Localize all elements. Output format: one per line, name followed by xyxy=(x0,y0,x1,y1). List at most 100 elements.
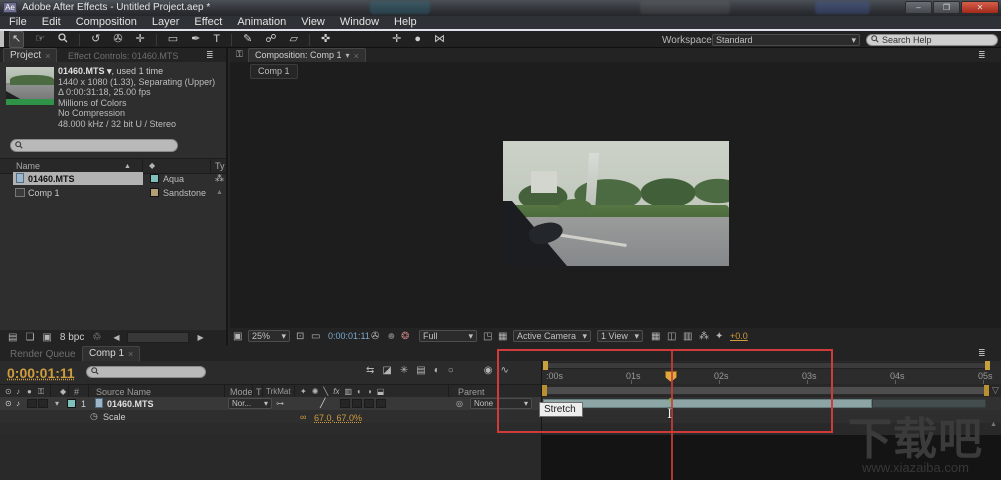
tab-render-queue[interactable]: Render Queue xyxy=(10,350,76,360)
column-source-name[interactable]: Source Name xyxy=(96,388,151,397)
selection-tool-icon[interactable]: ↖ xyxy=(9,31,25,48)
tab-project[interactable]: Project × xyxy=(3,48,58,62)
live-update-icon[interactable]: ✳ xyxy=(400,366,408,376)
layer-name[interactable]: 01460.MTS xyxy=(107,400,154,409)
scrollbar[interactable] xyxy=(127,332,190,343)
mask-visibility-icon[interactable]: ◫ xyxy=(667,332,676,342)
auto-keyframe-icon[interactable]: ◉ xyxy=(484,366,493,376)
panel-menu-icon[interactable]: ≣ xyxy=(978,51,986,60)
comp-marker-bin-icon[interactable]: ▽ xyxy=(992,386,999,395)
project-row-footage[interactable]: 01460.MTS Aqua ⁂ xyxy=(0,172,226,186)
menu-file[interactable]: File xyxy=(9,17,27,28)
render-indicator-icon[interactable]: ▥ xyxy=(683,332,692,342)
menu-layer[interactable]: Layer xyxy=(152,17,180,28)
bit-depth[interactable]: 8 bpc xyxy=(60,332,84,343)
frame-blending-icon[interactable]: ▤ xyxy=(416,366,425,376)
footage-name[interactable]: 01460.MTS ▾ xyxy=(58,66,112,76)
constrain-link-icon[interactable]: ∞ xyxy=(300,412,306,422)
menu-view[interactable]: View xyxy=(301,17,325,28)
tab-timeline-comp[interactable]: Comp 1 × xyxy=(82,346,141,361)
puppet-pin-tool-icon[interactable]: ✜ xyxy=(319,32,332,47)
current-time-display[interactable]: 0:00:01:11 xyxy=(7,366,75,380)
project-row-comp[interactable]: Comp 1 Sandstone ▲ xyxy=(0,186,226,200)
menu-window[interactable]: Window xyxy=(340,17,379,28)
layer-switch-box[interactable] xyxy=(352,399,362,408)
search-help-input[interactable]: Search Help xyxy=(866,34,998,46)
panel-menu-icon[interactable]: ≣ xyxy=(978,349,986,358)
menu-help[interactable]: Help xyxy=(394,17,417,28)
layer-label-swatch[interactable] xyxy=(67,399,76,408)
view-layout-dropdown[interactable]: 1 View ▾ xyxy=(597,330,643,342)
chevron-down-icon[interactable]: ▾ xyxy=(346,51,350,60)
property-name[interactable]: Scale xyxy=(103,413,126,422)
project-search-input[interactable] xyxy=(10,139,178,152)
comp-mini-tab[interactable]: Comp 1 xyxy=(250,64,298,79)
pan-behind-tool-icon[interactable]: ✛ xyxy=(134,32,147,47)
resolution-dropdown[interactable]: Full ▾ xyxy=(419,330,477,342)
motion-blur-icon[interactable]: ◐ xyxy=(434,366,440,376)
new-composition-icon[interactable]: ▣ xyxy=(42,332,51,343)
parent-pickwhip-icon[interactable]: ◎ xyxy=(456,400,463,408)
layer-video-icon[interactable]: ⊙ xyxy=(5,400,12,408)
draft-3d-icon[interactable]: ◪ xyxy=(382,366,391,376)
comp-mini-flowchart-icon[interactable]: ⇆ xyxy=(366,366,374,376)
exposure-reset-icon[interactable]: ✦ xyxy=(715,332,723,342)
column-parent[interactable]: Parent xyxy=(458,388,485,397)
row-name[interactable]: 01460.MTS xyxy=(28,175,75,184)
menu-composition[interactable]: Composition xyxy=(76,17,137,28)
work-area-end-handle[interactable] xyxy=(984,385,989,396)
minimize-button[interactable]: – xyxy=(905,1,932,14)
view-dropdown[interactable]: Active Camera ▾ xyxy=(513,330,591,342)
tab-effect-controls[interactable]: Effect Controls: 01460.MTS xyxy=(68,52,178,61)
clone-stamp-tool-icon[interactable]: ☍ xyxy=(263,32,278,47)
zoom-tool-icon[interactable] xyxy=(56,31,70,48)
pen-tool-icon[interactable]: ✒ xyxy=(189,32,202,47)
new-folder-icon[interactable]: ❏ xyxy=(25,332,34,343)
transparency-grid-icon[interactable]: ▦ xyxy=(498,332,507,342)
brush-tool-icon[interactable]: ✎ xyxy=(241,32,254,47)
layer-row[interactable]: ⊙ ♪ ▾ 1 01460.MTS Nor... ▾ ⊶ ╱ ◎ None ▾ xyxy=(0,397,541,410)
rotation-tool-icon[interactable]: ↺ xyxy=(89,32,102,47)
comp-timecode[interactable]: 0:00:01:11 xyxy=(328,332,370,341)
timeline-search-input[interactable] xyxy=(86,366,206,378)
layer-quality-icon[interactable]: ╱ xyxy=(320,399,325,408)
layer-switch-box[interactable] xyxy=(376,399,386,408)
maximize-button[interactable]: ❐ xyxy=(933,1,960,14)
hand-tool-icon[interactable]: ☞ xyxy=(33,32,47,47)
column-type[interactable]: Ty xyxy=(215,162,225,171)
tab-composition[interactable]: Composition: Comp 1 ▾ × xyxy=(248,48,366,62)
blend-mode-dropdown[interactable]: Nor... ▾ xyxy=(228,398,272,409)
safe-margins-icon[interactable]: ⊡ xyxy=(296,332,304,342)
label-column-icon[interactable]: ◆ xyxy=(149,162,155,170)
flowchart-icon[interactable]: ⁂ xyxy=(699,332,709,342)
workspace-dropdown[interactable]: Standard ▾ xyxy=(712,34,860,46)
scale-value[interactable]: 67.0, 67.0% xyxy=(314,413,362,423)
type-tool-icon[interactable]: T xyxy=(211,32,222,47)
layer-switch-box[interactable] xyxy=(340,399,350,408)
grid-guides-icon[interactable]: ▦ xyxy=(651,332,660,342)
eraser-tool-icon[interactable]: ▱ xyxy=(287,32,299,47)
magnification-dropdown[interactable]: 25% ▾ xyxy=(248,330,290,342)
close-icon[interactable]: × xyxy=(354,51,359,61)
work-area-end-handle[interactable] xyxy=(985,361,990,370)
layer-solo-box[interactable] xyxy=(27,399,37,408)
menu-edit[interactable]: Edit xyxy=(42,17,61,28)
scroll-left-icon[interactable]: ◀ xyxy=(113,333,119,342)
menu-effect[interactable]: Effect xyxy=(194,17,222,28)
sort-ascending-icon[interactable]: ▲ xyxy=(124,163,131,170)
layer-audio-icon[interactable]: ♪ xyxy=(16,400,20,408)
scroll-up-icon[interactable]: ▲ xyxy=(990,421,997,428)
camera-tool-icon[interactable]: ✇ xyxy=(111,32,124,47)
menu-animation[interactable]: Animation xyxy=(237,17,286,28)
panel-menu-icon[interactable]: ≣ xyxy=(206,51,214,60)
layer-expander-icon[interactable]: ▾ xyxy=(55,400,59,408)
column-mode[interactable]: Mode xyxy=(230,388,253,397)
preview-monitor-icon[interactable]: ▣ xyxy=(233,332,242,342)
show-snapshot-icon[interactable]: ☻ xyxy=(386,332,397,342)
property-row-scale[interactable]: ◷ Scale ∞ 67.0, 67.0% xyxy=(0,410,541,423)
roi-icon[interactable]: ◳ xyxy=(483,332,492,342)
layer-switch-box[interactable] xyxy=(364,399,374,408)
layer-stretch-region[interactable] xyxy=(872,399,986,408)
show-channels-icon[interactable]: ❂ xyxy=(401,332,409,342)
layer-lock-box[interactable] xyxy=(38,399,48,408)
